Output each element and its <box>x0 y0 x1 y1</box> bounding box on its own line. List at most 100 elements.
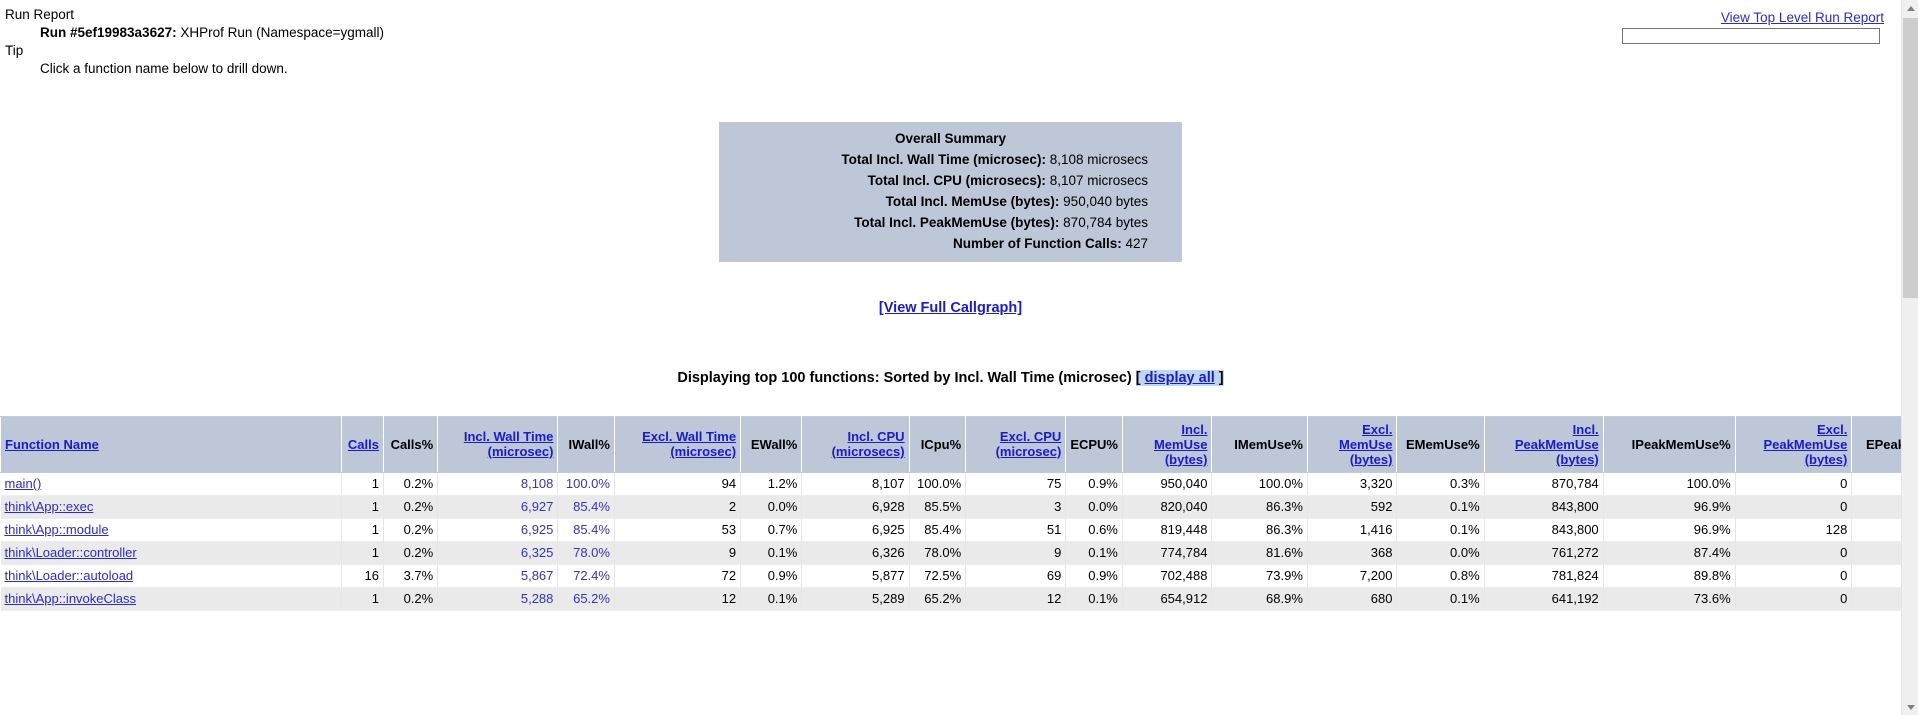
cell-excl-cpu: 69 <box>965 564 1067 588</box>
cell-excl-cpu: 51 <box>965 518 1067 542</box>
cell-excl-peak: 0 <box>1734 541 1853 565</box>
cell-calls: 16 <box>340 564 385 588</box>
cell-calls-pct: 0.2% <box>382 472 439 496</box>
display-all-bracket-open: [ <box>1135 370 1145 386</box>
table-row: think\Loader::autoload 16 3.7% 5,867 72.4% 72… <box>0 564 1901 588</box>
cell-excl-wall: 53 <box>613 518 742 542</box>
cell-incl-cpu: 6,925 <box>801 518 910 542</box>
sort-link-incl-memuse[interactable]: Incl. MemUse (bytes) <box>1154 422 1207 467</box>
cell-excl-cpu: 12 <box>965 587 1067 611</box>
view-top-level-run-report-link[interactable]: View Top Level Run Report <box>1721 10 1884 25</box>
th-incl-memuse[interactable]: Incl. MemUse (bytes) <box>1121 416 1213 473</box>
cell-excl-mem: 368 <box>1306 541 1398 565</box>
th-ewall-pct: EWall% <box>740 416 803 473</box>
sort-link-incl-wall-time[interactable]: Incl. Wall Time (microsec) <box>464 429 554 459</box>
cell-incl-wall: 6,927 <box>437 495 559 519</box>
cell-emem-pct: 0.3% <box>1396 472 1485 496</box>
function-name-link[interactable]: main() <box>5 476 42 491</box>
sort-link-calls[interactable]: Calls <box>348 437 379 452</box>
overall-summary-title: Overall Summary <box>894 131 1007 146</box>
th-excl-wall-time[interactable]: Excl. Wall Time (microsec) <box>613 416 742 473</box>
cell-iwall-pct: 78.0% <box>557 541 615 565</box>
cell-iwall-pct: 85.4% <box>557 495 615 519</box>
cell-calls: 1 <box>340 518 385 542</box>
summary-row-total-incl-cpu: Total Incl. CPU (microsecs): 8,107 micro… <box>729 170 1172 191</box>
cell-excl-wall: 12 <box>613 587 742 611</box>
cell-ecpu-pct: 0.9% <box>1065 564 1123 588</box>
callgraph-section: [View Full Callgraph] <box>0 300 1901 316</box>
cell-excl-peak: 0 <box>1734 472 1853 496</box>
vertical-scrollbar[interactable] <box>1901 0 1918 715</box>
tip-text: Click a function name below to drill dow… <box>40 61 288 76</box>
cell-ipeak-pct: 96.9% <box>1602 495 1736 519</box>
summary-row-number-of-function-calls: Number of Function Calls: 427 <box>729 233 1172 254</box>
th-incl-cpu[interactable]: Incl. CPU (microsecs) <box>801 416 910 473</box>
cell-icpu-pct: 78.0% <box>908 541 967 565</box>
function-name-link[interactable]: think\Loader::autoload <box>5 568 134 583</box>
cell-excl-cpu: 3 <box>965 495 1067 519</box>
summary-value: 8,107 microsecs <box>1049 173 1148 188</box>
cell-incl-mem: 950,040 <box>1121 472 1213 496</box>
sort-link-excl-cpu[interactable]: Excl. CPU (microsec) <box>996 429 1062 459</box>
cell-iwall-pct: 100.0% <box>557 472 615 496</box>
cell-calls-pct: 0.2% <box>382 518 439 542</box>
cell-incl-mem: 774,784 <box>1121 541 1213 565</box>
cell-ipeak-pct: 96.9% <box>1602 518 1736 542</box>
overall-summary-box: Overall Summary Total Incl. Wall Time (m… <box>719 122 1182 262</box>
scroll-down-arrow-icon <box>1906 704 1915 710</box>
cell-calls: 1 <box>340 541 385 565</box>
display-all-link[interactable]: display all <box>1144 370 1215 386</box>
display-all-bracket-close: ] <box>1214 370 1224 386</box>
cell-calls: 1 <box>340 472 385 496</box>
summary-label: Total Incl. PeakMemUse (bytes): <box>854 215 1060 230</box>
table-row: think\App::module 1 0.2% 6,925 85.4% 53 0.7% 6,… <box>0 518 1901 542</box>
th-iwall-pct: IWall% <box>557 416 615 473</box>
function-name-link[interactable]: think\App::module <box>5 522 109 537</box>
th-incl-peakmemuse[interactable]: Incl. PeakMemUse (bytes) <box>1483 416 1604 473</box>
th-epeakmemuse-pct: EPeakMemUse% <box>1851 416 1901 473</box>
function-name-link[interactable]: think\App::exec <box>5 499 94 514</box>
scrollbar-thumb[interactable] <box>1903 18 1918 298</box>
function-name-link[interactable]: think\App::invokeClass <box>5 591 137 606</box>
cell-calls: 1 <box>340 495 385 519</box>
th-excl-cpu[interactable]: Excl. CPU (microsec) <box>965 416 1067 473</box>
cell-epeak-pct <box>1851 518 1901 542</box>
cell-incl-peak: 761,272 <box>1483 541 1604 565</box>
function-name-link[interactable]: think\Loader::controller <box>5 545 137 560</box>
cell-incl-cpu: 6,326 <box>801 541 910 565</box>
table-row: think\App::exec 1 0.2% 6,927 85.4% 2 0.0% 6,928… <box>0 495 1901 519</box>
cell-iwall-pct: 85.4% <box>557 518 615 542</box>
sort-link-excl-wall-time[interactable]: Excl. Wall Time (microsec) <box>642 429 736 459</box>
cell-ecpu-pct: 0.9% <box>1065 472 1123 496</box>
cell-excl-wall: 2 <box>613 495 742 519</box>
th-incl-wall-time[interactable]: Incl. Wall Time (microsec) <box>437 416 559 473</box>
th-calls[interactable]: Calls <box>340 416 385 473</box>
cell-imem-pct: 100.0% <box>1211 472 1308 496</box>
cell-incl-mem: 820,040 <box>1121 495 1213 519</box>
cell-emem-pct: 0.1% <box>1396 587 1485 611</box>
cell-excl-mem: 7,200 <box>1306 564 1398 588</box>
sort-link-incl-cpu[interactable]: Incl. CPU (microsecs) <box>832 429 905 459</box>
cell-excl-peak: 0 <box>1734 587 1853 611</box>
th-excl-memuse[interactable]: Excl. MemUse (bytes) <box>1306 416 1398 473</box>
cell-function-name: think\App::invokeClass <box>0 587 342 611</box>
th-calls-pct: Calls% <box>382 416 439 473</box>
summary-row-total-incl-peakmemuse: Total Incl. PeakMemUse (bytes): 870,784 … <box>729 212 1172 233</box>
view-full-callgraph-link[interactable]: [View Full Callgraph] <box>879 300 1022 316</box>
sort-link-excl-peakmemuse[interactable]: Excl. PeakMemUse (bytes) <box>1764 422 1848 467</box>
cell-calls-pct: 0.2% <box>382 541 439 565</box>
sort-link-excl-memuse[interactable]: Excl. MemUse (bytes) <box>1339 422 1392 467</box>
cell-incl-mem: 702,488 <box>1121 564 1213 588</box>
th-function-name[interactable]: Function Name <box>0 416 342 473</box>
th-excl-peakmemuse[interactable]: Excl. PeakMemUse (bytes) <box>1734 416 1853 473</box>
sort-link-incl-peakmemuse[interactable]: Incl. PeakMemUse (bytes) <box>1515 422 1599 467</box>
scroll-down-button[interactable] <box>1902 698 1918 715</box>
cell-ewall-pct: 0.0% <box>740 495 803 519</box>
sort-link-function-name[interactable]: Function Name <box>5 437 99 452</box>
functions-table: Function Name Calls Calls% Incl. Wall Ti… <box>0 416 1901 611</box>
scroll-up-button[interactable] <box>1902 0 1918 17</box>
cell-excl-wall: 72 <box>613 564 742 588</box>
cell-epeak-pct <box>1851 472 1901 496</box>
cell-incl-wall: 6,325 <box>437 541 559 565</box>
search-input[interactable] <box>1622 28 1880 44</box>
